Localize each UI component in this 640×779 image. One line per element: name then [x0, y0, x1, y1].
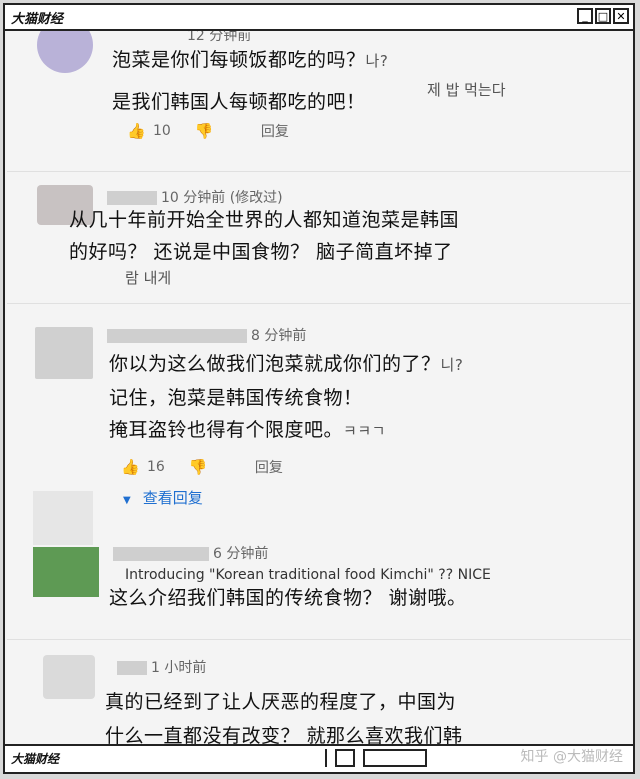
- comment-item: 10 分钟前 (修改过) 从几十年前开始全世界的人都知道泡菜是韩国 的好吗？ 还…: [7, 181, 631, 301]
- status-box: [335, 749, 355, 767]
- bottom-bar: 大猫财经 知乎 @大猫财经: [5, 744, 633, 772]
- title-bar: 大猫财经 _ □ ✕: [5, 5, 633, 31]
- korean-text: 람 내게: [125, 269, 172, 287]
- window-frame: 大猫财经 _ □ ✕ 12 分钟前 泡菜是你们每顿饭都吃的吗？나? 제 밥 먹는…: [3, 3, 635, 774]
- like-count: 10: [153, 123, 171, 139]
- comment-meta: 1 小时前: [117, 657, 206, 677]
- window-title: 大猫财经: [11, 12, 64, 27]
- view-replies-link[interactable]: ▼ 查看回复: [123, 487, 203, 508]
- avatar: [33, 547, 99, 597]
- watermark: 知乎 @大猫财经: [520, 749, 623, 765]
- comment-actions: 👍 16 👎 回复: [121, 457, 283, 477]
- thumbs-down-icon[interactable]: 👎: [189, 459, 208, 475]
- comment-text-line: 掩耳盗铃也得有个限度吧。ㅋㅋㄱ: [109, 419, 386, 441]
- comment-time: 12 分钟前: [187, 31, 252, 44]
- status-box: [363, 749, 427, 767]
- english-text: Introducing "Korean traditional food Kim…: [125, 567, 491, 583]
- minimize-button[interactable]: _: [577, 8, 593, 24]
- comment-text-line: 你以为这么做我们泡菜就成你们的了？니?: [109, 353, 464, 375]
- blurred-username: [107, 191, 157, 205]
- comment-time: 6 分钟前: [213, 546, 269, 562]
- like-count: 16: [147, 459, 165, 475]
- avatar: [35, 327, 93, 379]
- comment-list: 12 分钟前 泡菜是你们每顿饭都吃的吗？나? 제 밥 먹는다 是我们韩国人每顿都…: [7, 31, 631, 744]
- comment-time: 8 分钟前: [251, 328, 307, 344]
- thumbs-up-icon[interactable]: 👍: [121, 459, 140, 475]
- blurred-username: [107, 329, 247, 343]
- window-controls: _ □ ✕: [577, 8, 629, 24]
- divider: [7, 303, 631, 304]
- divider: [7, 639, 631, 640]
- status-segment: [5, 749, 327, 767]
- comment-meta: 6 分钟前: [113, 543, 268, 563]
- blurred-username: [113, 547, 209, 561]
- comment-text-line: 这么介绍我们韩国的传统食物？ 谢谢哦。: [109, 587, 467, 609]
- comment-item: 12 分钟前 泡菜是你们每顿饭都吃的吗？나? 제 밥 먹는다 是我们韩国人每顿都…: [7, 31, 631, 181]
- comment-time: 1 小时前: [151, 660, 207, 676]
- reply-button[interactable]: 回复: [255, 457, 283, 477]
- comment-text-line: 什么一直都没有改变？ 就那么喜欢我们韩: [105, 725, 463, 744]
- maximize-button[interactable]: □: [595, 8, 611, 24]
- comment-text-line: 泡菜是你们每顿饭都吃的吗？나?: [112, 49, 389, 71]
- comment-actions: 👍 10 👎 回复: [127, 121, 289, 141]
- reply-button[interactable]: 回复: [261, 121, 289, 141]
- divider: [7, 171, 631, 172]
- comment-meta: 10 分钟前 (修改过): [107, 187, 283, 207]
- chevron-down-icon: ▼: [123, 495, 131, 506]
- comment-meta: 8 分钟前: [107, 325, 306, 345]
- comment-text-line: 从几十年前开始全世界的人都知道泡菜是韩国: [69, 209, 460, 231]
- thumbs-down-icon[interactable]: 👎: [195, 123, 214, 139]
- comment-text-line: 真的已经到了让人厌恶的程度了，中国为: [105, 691, 457, 713]
- thumbs-up-icon[interactable]: 👍: [127, 123, 146, 139]
- comment-time: 10 分钟前 (修改过): [161, 190, 283, 206]
- comment-item: 8 分钟前 你以为这么做我们泡菜就成你们的了？니? 记住，泡菜是韩国传统食物！ …: [7, 311, 631, 507]
- comment-item: 1 小时前 真的已经到了让人厌恶的程度了，中国为 什么一直都没有改变？ 就那么喜…: [7, 649, 631, 744]
- close-button[interactable]: ✕: [613, 8, 629, 24]
- comment-text-line: 是我们韩国人每顿都吃的吧！: [112, 91, 366, 113]
- comment-text-line: 的好吗？ 还说是中国食物？ 脑子简直坏掉了: [69, 241, 453, 263]
- blurred-username: [117, 661, 147, 675]
- comment-text-line: 记住，泡菜是韩国传统食物！: [109, 387, 363, 409]
- comment-item: 6 分钟前 Introducing "Korean traditional fo…: [7, 537, 631, 647]
- avatar: [37, 31, 93, 73]
- korean-text: 제 밥 먹는다: [427, 81, 506, 99]
- avatar: [43, 655, 95, 699]
